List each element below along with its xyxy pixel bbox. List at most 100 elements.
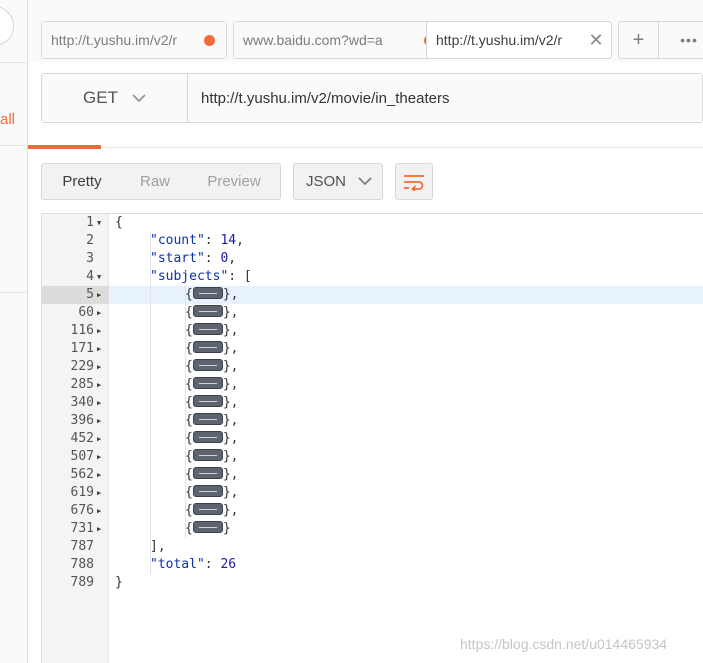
new-tab-button[interactable]: +	[619, 22, 659, 58]
wrap-lines-button[interactable]	[395, 163, 433, 200]
line-number: 676	[70, 503, 94, 518]
sidebar-divider	[0, 145, 27, 146]
line-number: 171	[70, 341, 94, 356]
collapsed-object-icon[interactable]	[192, 449, 223, 461]
line-number: 452	[70, 431, 94, 446]
collapsed-object-icon[interactable]	[192, 467, 223, 479]
code-text: {},	[185, 503, 239, 518]
unsaved-dot-icon	[204, 34, 215, 46]
collapsed-object-icon[interactable]	[192, 341, 223, 353]
code-line: 229 ▶ {},	[42, 358, 703, 376]
code-text: "total": 26	[150, 557, 237, 572]
code-text: "count": 14,	[150, 233, 244, 248]
fold-collapsed-icon[interactable]: ▶	[97, 520, 107, 538]
chevron-down-icon	[132, 93, 146, 102]
code-text: {},	[185, 485, 239, 500]
code-text: {},	[185, 431, 239, 446]
response-format-group: Pretty Raw Preview	[41, 163, 281, 200]
code-text: {},	[185, 449, 239, 464]
line-number: 3	[86, 251, 94, 266]
fold-collapsed-icon[interactable]: ▶	[97, 322, 107, 340]
code-text: ],	[150, 539, 166, 554]
fold-collapsed-icon[interactable]: ▶	[97, 358, 107, 376]
collapsed-object-icon[interactable]	[192, 431, 223, 443]
line-number: 285	[70, 377, 94, 392]
code-line: 788 "total": 26	[42, 556, 703, 574]
fold-collapsed-icon[interactable]: ▶	[97, 448, 107, 466]
fold-expanded-icon[interactable]: ▼	[97, 214, 107, 232]
sidebar-search-circle[interactable]	[0, 6, 14, 46]
code-line: 731 ▶ {}	[42, 520, 703, 538]
fold-collapsed-icon[interactable]: ▶	[97, 466, 107, 484]
format-preview-button[interactable]: Preview	[188, 164, 280, 199]
code-line: 171 ▶ {},	[42, 340, 703, 358]
line-number: 60	[78, 305, 94, 320]
sidebar-partial-label[interactable]: all	[0, 111, 15, 128]
response-body-editor[interactable]: 1 ▼{2 "count": 14, 3 "start": 0, 4 ▼ "subjects"…	[41, 213, 703, 663]
collapsed-object-icon[interactable]	[192, 521, 223, 533]
code-line: 676 ▶ {},	[42, 502, 703, 520]
line-number: 4	[86, 269, 94, 284]
fold-collapsed-icon[interactable]: ▶	[97, 340, 107, 358]
collapsed-object-icon[interactable]	[192, 305, 223, 317]
fold-collapsed-icon[interactable]: ▶	[97, 286, 107, 304]
code-text: {},	[185, 377, 239, 392]
line-number: 1	[86, 215, 94, 230]
wrap-lines-icon	[404, 174, 424, 191]
method-select[interactable]: GET	[42, 74, 188, 122]
request-tab-bar: http://t.yushu.im/v2/r www.baidu.com?wd=…	[28, 0, 703, 62]
more-options-button[interactable]: •••	[659, 22, 703, 58]
code-text: {},	[185, 467, 239, 482]
collapsed-object-icon[interactable]	[192, 485, 223, 497]
code-line: 396 ▶ {},	[42, 412, 703, 430]
collapsed-object-icon[interactable]	[192, 287, 223, 299]
request-tab[interactable]: www.baidu.com?wd=a	[233, 21, 447, 59]
fold-collapsed-icon[interactable]: ▶	[97, 394, 107, 412]
request-tab-active[interactable]: http://t.yushu.im/v2/r ✕	[426, 21, 612, 59]
sidebar-divider	[0, 292, 27, 293]
code-text: {},	[185, 395, 239, 410]
language-select[interactable]: JSON	[293, 163, 383, 200]
collapsed-object-icon[interactable]	[192, 395, 223, 407]
request-tab-label: http://t.yushu.im/v2/r	[51, 32, 178, 48]
line-number: 789	[70, 575, 94, 590]
code-text: {},	[185, 341, 239, 356]
code-text: {},	[185, 305, 239, 320]
format-raw-button[interactable]: Raw	[122, 164, 188, 199]
fold-collapsed-icon[interactable]: ▶	[97, 430, 107, 448]
code-line: 787],	[42, 538, 703, 556]
collapsed-object-icon[interactable]	[192, 377, 223, 389]
fold-collapsed-icon[interactable]: ▶	[97, 304, 107, 322]
watermark: https://blog.csdn.net/u014465934	[460, 636, 668, 652]
section-divider	[101, 147, 703, 148]
line-number: 5	[86, 287, 94, 302]
code-line: 507 ▶ {},	[42, 448, 703, 466]
line-number: 619	[70, 485, 94, 500]
fold-collapsed-icon[interactable]: ▶	[97, 484, 107, 502]
code-line: 285 ▶ {},	[42, 376, 703, 394]
collapsed-object-icon[interactable]	[192, 359, 223, 371]
close-icon[interactable]: ✕	[585, 30, 607, 51]
collapsed-object-icon[interactable]	[192, 323, 223, 335]
code-line: 2 "count": 14,	[42, 232, 703, 250]
code-line: 3 "start": 0,	[42, 250, 703, 268]
code-text: {},	[185, 413, 239, 428]
format-pretty-button[interactable]: Pretty	[42, 164, 122, 199]
request-bar: GET http://t.yushu.im/v2/movie/in_theate…	[41, 73, 703, 123]
request-tab-label: http://t.yushu.im/v2/r	[436, 32, 563, 48]
url-input[interactable]: http://t.yushu.im/v2/movie/in_theaters	[188, 74, 702, 122]
fold-collapsed-icon[interactable]: ▶	[97, 412, 107, 430]
code-text: {},	[185, 287, 239, 302]
fold-collapsed-icon[interactable]: ▶	[97, 376, 107, 394]
code-text: {},	[185, 323, 239, 338]
fold-collapsed-icon[interactable]: ▶	[97, 502, 107, 520]
request-tab-label: www.baidu.com?wd=a	[243, 32, 383, 48]
collapsed-object-icon[interactable]	[192, 503, 223, 515]
code-line: 1 ▼ {	[42, 214, 703, 232]
method-label: GET	[83, 88, 118, 107]
request-tab[interactable]: http://t.yushu.im/v2/r	[41, 21, 227, 59]
code-line: 619 ▶ {},	[42, 484, 703, 502]
fold-expanded-icon[interactable]: ▼	[97, 268, 107, 286]
code-text: "start": 0,	[150, 251, 237, 266]
collapsed-object-icon[interactable]	[192, 413, 223, 425]
